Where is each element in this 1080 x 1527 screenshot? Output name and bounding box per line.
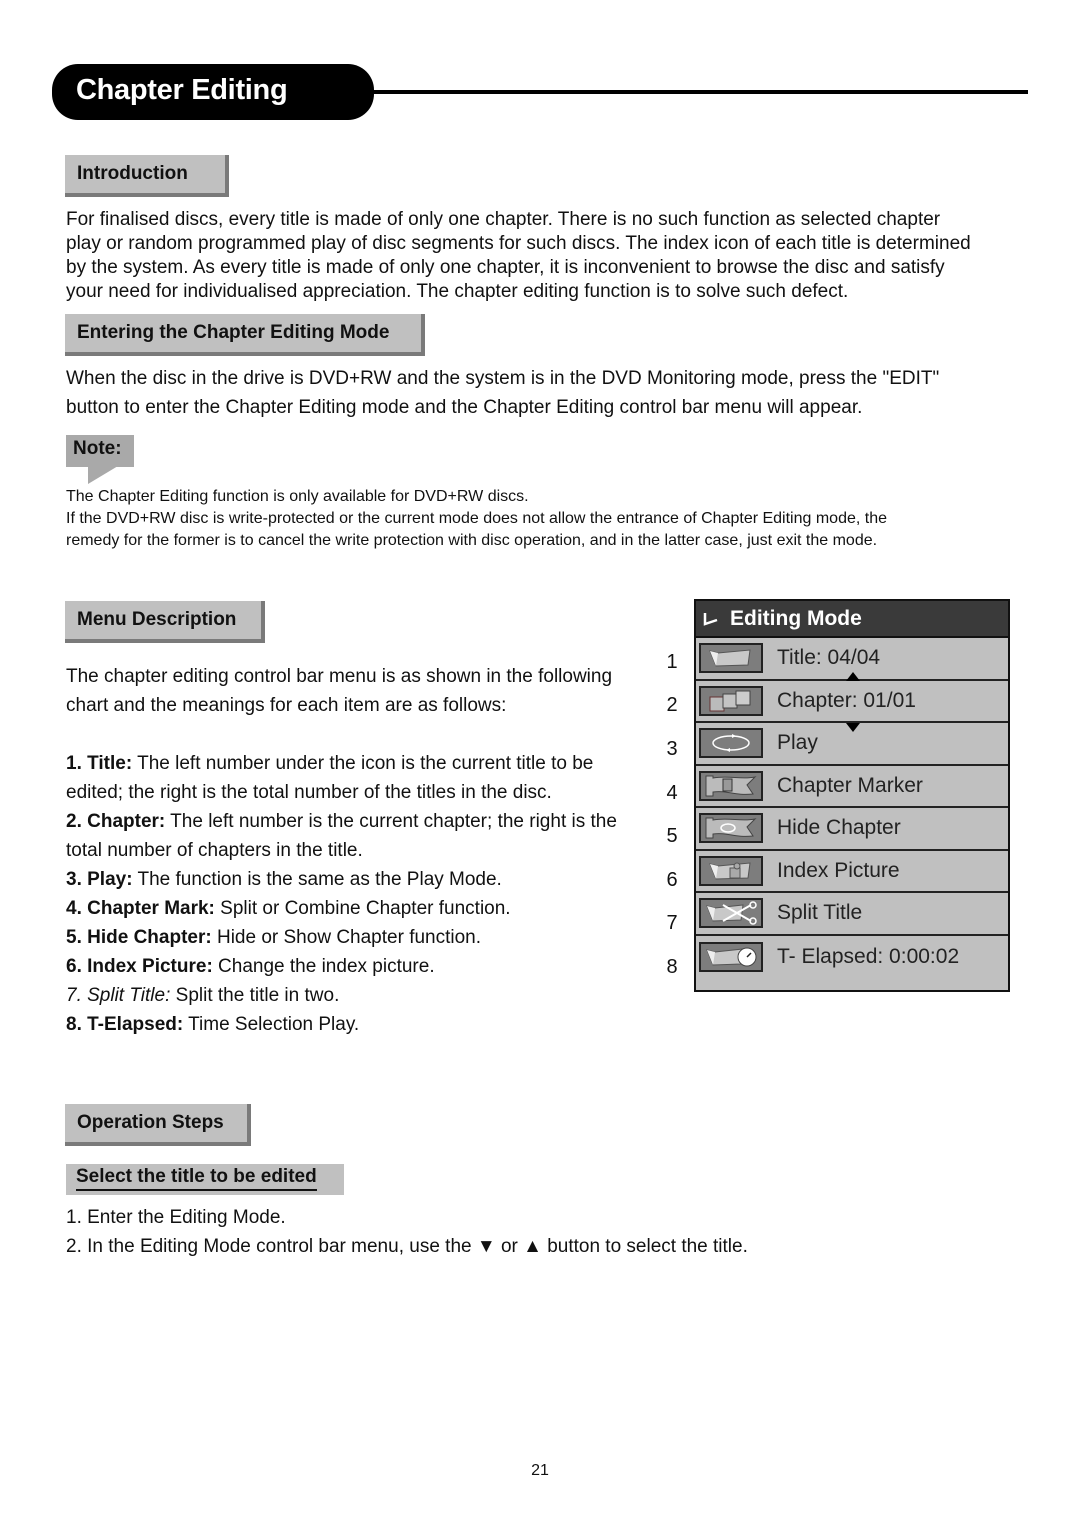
edit-mode-icon <box>703 612 718 626</box>
menu-row-chapter[interactable]: Chapter: 01/01 <box>696 681 1008 732</box>
definition-item: 7. Split Title: Split the title in two. <box>66 981 656 1010</box>
row-label: Chapter Marker <box>777 773 923 797</box>
row-number: 3 <box>666 738 678 760</box>
note-label: Note: <box>66 435 134 467</box>
index-picture-icon <box>699 855 763 886</box>
definition-term: 4. Chapter Mark: <box>66 898 215 919</box>
row-number: 4 <box>666 782 678 804</box>
definition-item: 1. Title: The left number under the icon… <box>66 749 656 778</box>
page-title: Chapter Editing <box>76 74 288 106</box>
note-callout-tail <box>88 466 118 484</box>
definition-term: 5. Hide Chapter: <box>66 927 212 948</box>
definition-text: The left number under the icon is the cu… <box>132 753 594 774</box>
down-arrow-icon[interactable] <box>846 723 860 732</box>
definition-item: 2. Chapter: The left number is the curre… <box>66 807 656 836</box>
section-heading-text: Menu Description <box>77 609 237 630</box>
definition-term: 1. Title: <box>66 753 133 774</box>
operation-steps-list: 1. Enter the Editing Mode. 2. In the Edi… <box>66 1203 966 1261</box>
definition-term: 2. Chapter: <box>66 811 166 832</box>
introduction-paragraph: For finalised discs, every title is made… <box>66 208 1026 304</box>
clock-icon <box>699 941 763 972</box>
menu-title: Editing Mode <box>730 606 862 630</box>
play-loop-icon <box>699 728 763 759</box>
entering-paragraph: When the disc in the drive is DVD+RW and… <box>66 364 1026 422</box>
text-line: your need for individualised appreciatio… <box>66 281 849 302</box>
text-line: button to enter the Chapter Editing mode… <box>66 397 863 418</box>
row-label: Index Picture <box>777 858 900 882</box>
definition-text: Time Selection Play. <box>183 1014 360 1035</box>
menu-row-split-title[interactable]: Split Title <box>696 893 1008 936</box>
title-rule <box>372 90 1028 94</box>
definition-term: 6. Index Picture: <box>66 956 213 977</box>
definition-text: The function is the same as the Play Mod… <box>132 869 502 890</box>
chapter-marker-flag-icon <box>699 770 763 801</box>
row-number: 7 <box>666 912 678 934</box>
definition-text: total number of chapters in the title. <box>66 840 363 861</box>
text-line: If the DVD+RW disc is write-protected or… <box>66 510 888 527</box>
definition-item: 4. Chapter Mark: Split or Combine Chapte… <box>66 894 656 923</box>
section-heading-text: Operation Steps <box>77 1112 224 1133</box>
text-line: For finalised discs, every title is made… <box>66 209 941 230</box>
definition-text: Split the title in two. <box>170 985 340 1006</box>
chapters-icon <box>699 685 763 716</box>
text-line: remedy for the former is to cancel the w… <box>66 532 878 549</box>
definition-term: 7. Split Title: <box>66 985 171 1006</box>
definition-term: 8. T-Elapsed: <box>66 1014 184 1035</box>
definition-text: The left number is the current chapter; … <box>165 811 617 832</box>
row-label: Split Title <box>777 901 863 925</box>
row-number: 1 <box>666 651 678 673</box>
text-line: play or random programmed play of disc s… <box>66 233 971 254</box>
note-text: The Chapter Editing function is only ava… <box>66 486 1026 552</box>
subsection-heading: Select the title to be edited <box>76 1166 317 1191</box>
section-heading-text: Entering the Chapter Editing Mode <box>77 322 390 343</box>
row-label: T- Elapsed: 0:00:02 <box>777 944 960 968</box>
definition-item: 5. Hide Chapter: Hide or Show Chapter fu… <box>66 923 656 952</box>
definition-item: 3. Play: The function is the same as the… <box>66 865 656 894</box>
up-arrow-icon[interactable] <box>846 671 860 681</box>
section-heading-text: Introduction <box>77 163 188 184</box>
step-item: 1. Enter the Editing Mode. <box>66 1207 286 1228</box>
definition-text: Split or Combine Chapter function. <box>214 898 511 919</box>
hide-chapter-flag-icon <box>699 813 763 844</box>
row-label: Play <box>777 731 818 755</box>
section-heading-introduction: Introduction <box>65 155 229 197</box>
text-line: The chapter editing control bar menu is … <box>66 666 613 687</box>
row-label: Title: 04/04 <box>777 646 881 670</box>
page-number: 21 <box>531 1462 549 1479</box>
row-number: 8 <box>666 956 678 978</box>
step-item: 2. In the Editing Mode control bar menu,… <box>66 1236 748 1257</box>
folder-icon <box>699 643 763 674</box>
row-number: 6 <box>666 869 678 891</box>
text-line: by the system. As every title is made of… <box>66 257 945 278</box>
menu-row-index-picture[interactable]: Index Picture <box>696 851 1008 893</box>
menu-header: Editing Mode <box>696 601 1008 638</box>
menu-row-hide-chapter[interactable]: Hide Chapter <box>696 808 1008 851</box>
definition-text: edited; the right is the total number of… <box>66 782 552 803</box>
section-heading-operation-steps: Operation Steps <box>65 1104 251 1146</box>
definition-text: Change the index picture. <box>212 956 435 977</box>
definition-text: Hide or Show Chapter function. <box>211 927 482 948</box>
menu-description-intro: The chapter editing control bar menu is … <box>66 662 656 720</box>
row-label: Chapter: 01/01 <box>777 688 916 712</box>
text-line: When the disc in the drive is DVD+RW and… <box>66 368 940 389</box>
scissors-icon <box>699 898 763 929</box>
row-number: 5 <box>666 825 678 847</box>
editing-mode-menu: Editing Mode Title: 04/04 Chapter: 01/01… <box>694 599 1010 992</box>
text-line: The Chapter Editing function is only ava… <box>66 488 529 505</box>
definition-item: 8. T-Elapsed: Time Selection Play. <box>66 1010 656 1039</box>
row-label: Hide Chapter <box>777 816 901 840</box>
section-heading-menu-description: Menu Description <box>65 601 265 643</box>
definition-term: 3. Play: <box>66 869 133 890</box>
menu-row-chapter-marker[interactable]: Chapter Marker <box>696 766 1008 808</box>
menu-item-definitions: 1. Title: The left number under the icon… <box>66 749 656 1039</box>
definition-item: 6. Index Picture: Change the index pictu… <box>66 952 656 981</box>
menu-row-t-elapsed[interactable]: T- Elapsed: 0:00:02 <box>696 936 1008 979</box>
text-line: chart and the meanings for each item are… <box>66 695 507 716</box>
menu-row-title[interactable]: Title: 04/04 <box>696 638 1008 681</box>
section-heading-entering: Entering the Chapter Editing Mode <box>65 314 425 356</box>
row-number: 2 <box>666 694 678 716</box>
